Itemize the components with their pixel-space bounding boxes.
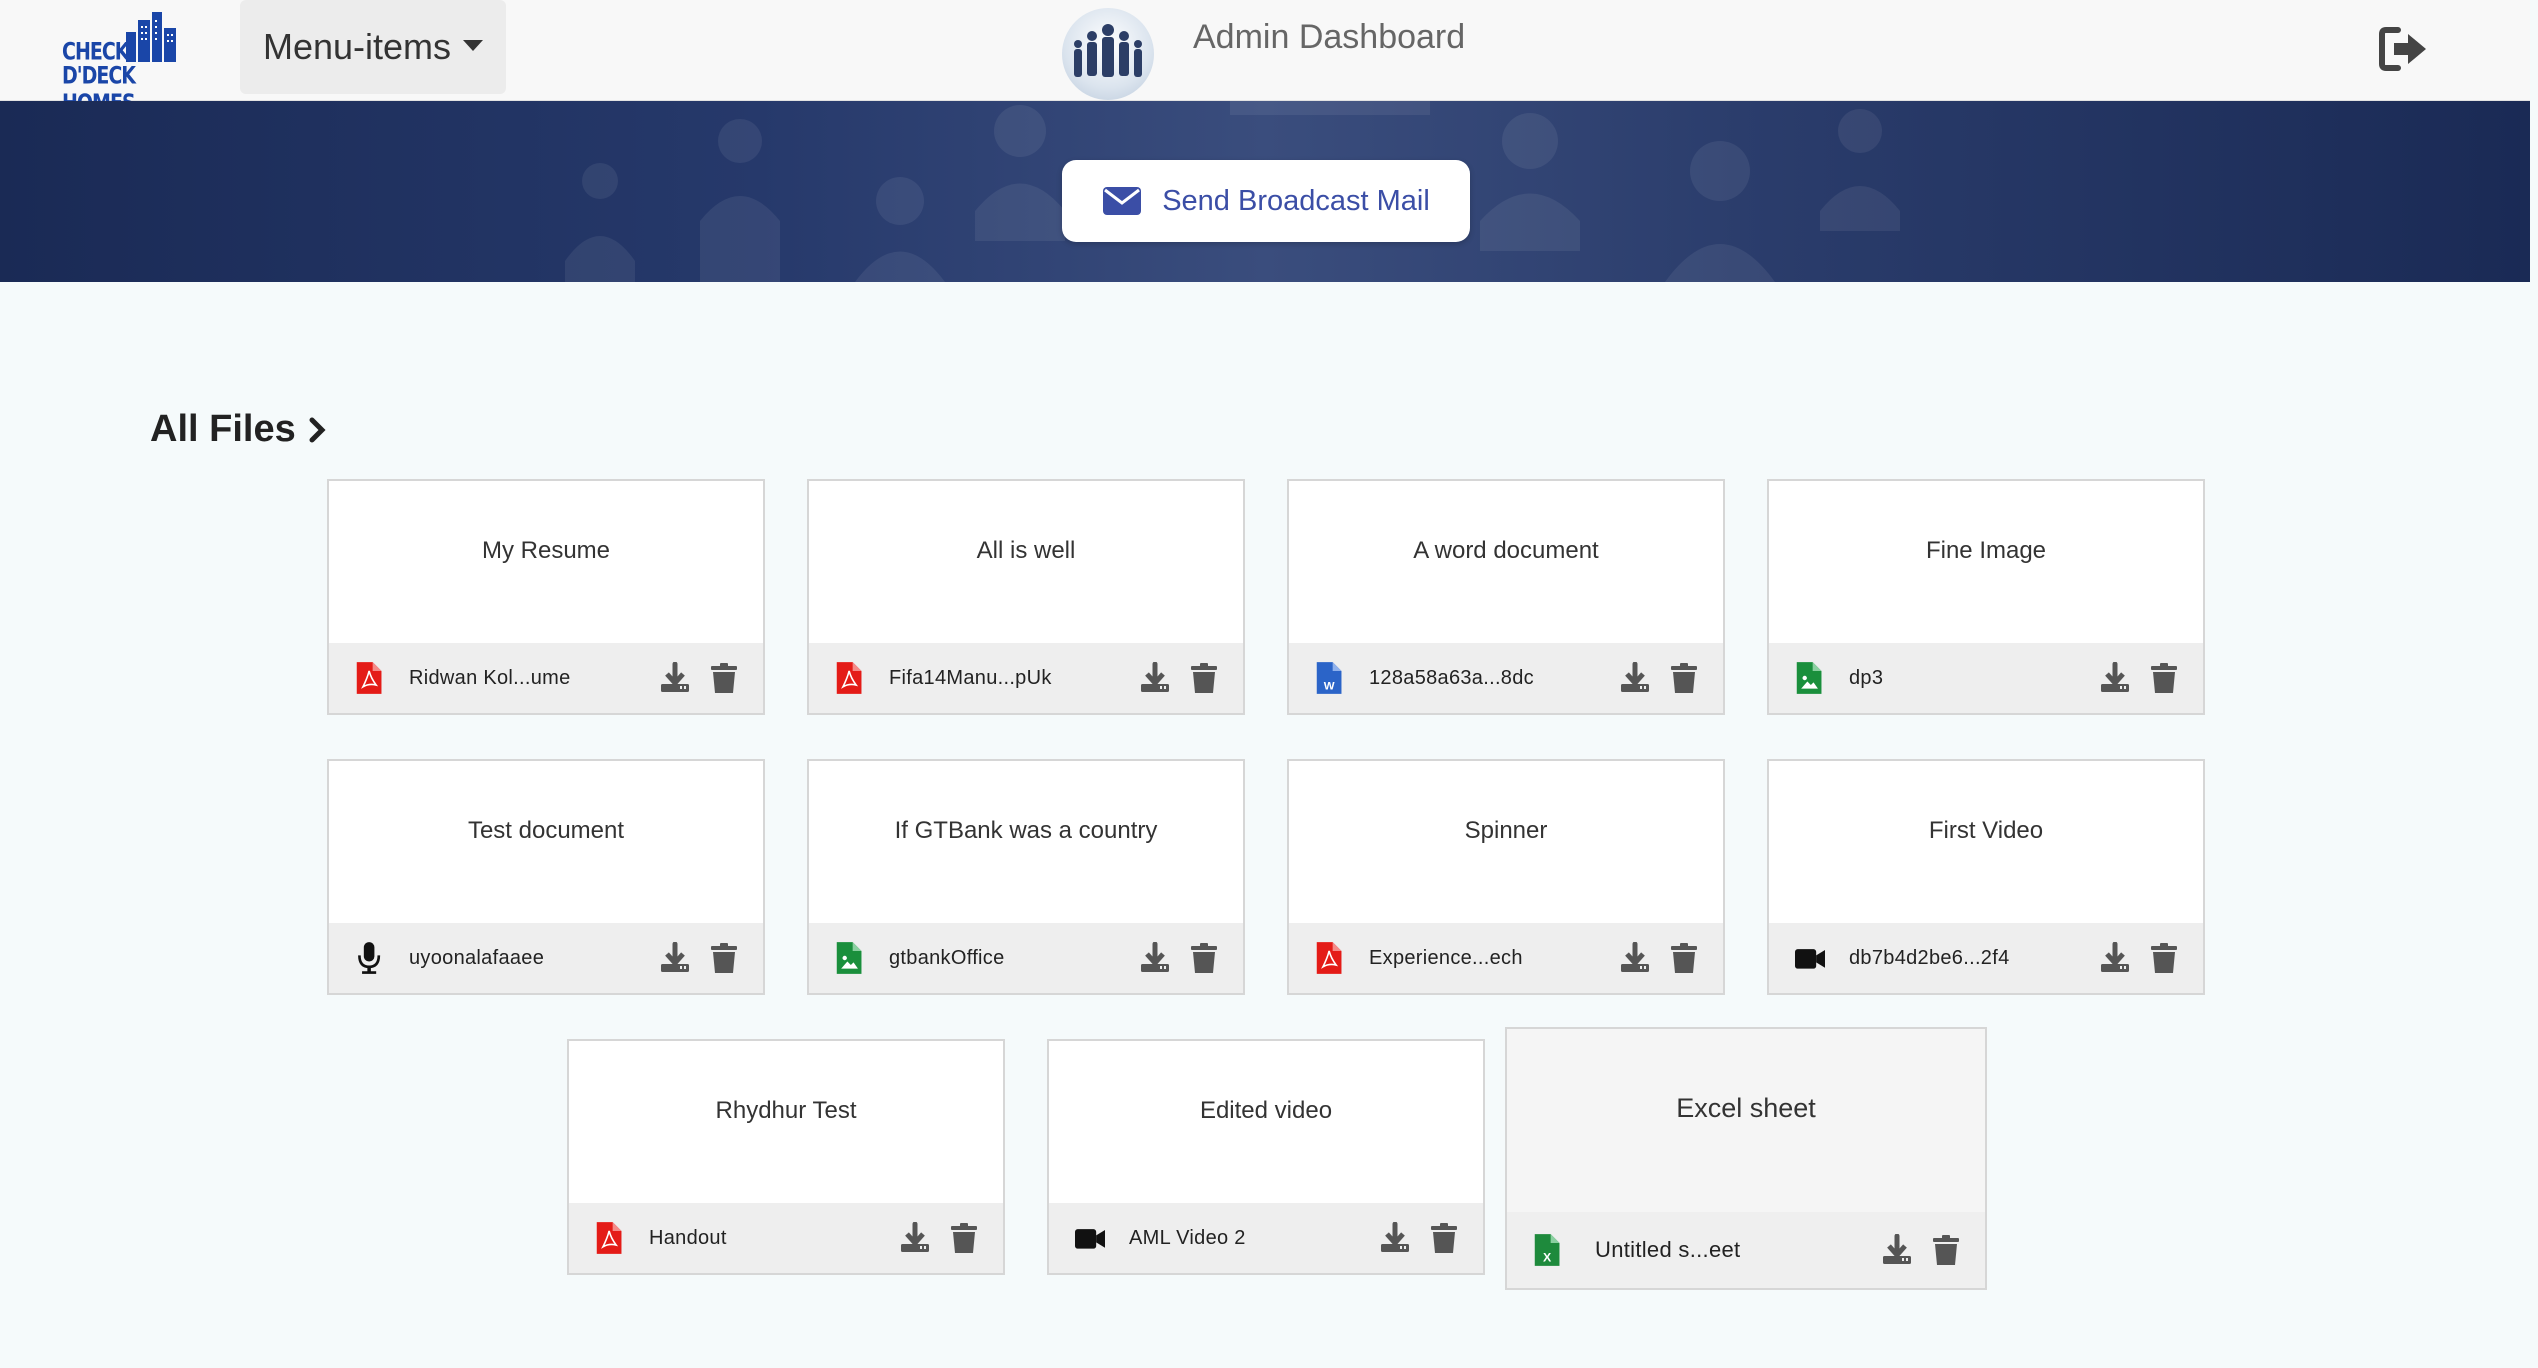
all-files-heading[interactable]: All Files — [150, 408, 326, 451]
file-card-title: If GTBank was a country — [894, 817, 1158, 844]
trash-icon[interactable] — [1671, 663, 1697, 693]
file-card-title: Fine Image — [1925, 537, 2047, 564]
chevron-right-icon — [309, 417, 326, 442]
admin-avatar — [1062, 8, 1154, 100]
file-card-footer: 128a58a63a...8dc — [1289, 643, 1723, 713]
trash-icon[interactable] — [2151, 943, 2177, 973]
brand-logo[interactable]: CHECK D'DECK HOMES — [58, 10, 182, 117]
file-card[interactable]: A word document 128a58a63a...8dc — [1287, 479, 1725, 715]
file-card-footer: Handout — [569, 1203, 1003, 1273]
file-card-title: Rhydhur Test — [715, 1097, 857, 1124]
word-file-icon — [1316, 662, 1342, 694]
file-card[interactable]: Fine Image dp3 — [1767, 479, 2205, 715]
file-name[interactable]: 128a58a63a...8dc — [1369, 667, 1534, 690]
file-card-footer: gtbankOffice — [809, 923, 1243, 993]
caret-down-icon — [463, 39, 484, 51]
file-card-footer: uyoonalafaaee — [329, 923, 763, 993]
file-card[interactable]: My Resume Ridwan Kol...ume — [327, 479, 765, 715]
download-icon[interactable] — [2099, 942, 2131, 974]
people-group-icon — [1074, 24, 1142, 77]
page-title: Admin Dashboard — [1193, 18, 1466, 56]
sign-out-icon[interactable] — [2378, 26, 2430, 72]
trash-icon[interactable] — [951, 1223, 977, 1253]
download-icon[interactable] — [1881, 1234, 1913, 1266]
download-icon[interactable] — [899, 1222, 931, 1254]
download-icon[interactable] — [1619, 942, 1651, 974]
file-card-title: Spinner — [1464, 817, 1548, 844]
file-card-footer: dp3 — [1769, 643, 2203, 713]
file-card[interactable]: All is well Fifa14Manu...pUk — [807, 479, 1245, 715]
file-card-footer: Ridwan Kol...ume — [329, 643, 763, 713]
image-file-icon — [836, 942, 862, 974]
video-camera-icon — [1795, 949, 1825, 969]
video-camera-icon — [1075, 1229, 1105, 1249]
file-card-title: Edited video — [1199, 1097, 1333, 1124]
file-card-footer: Experience...ech — [1289, 923, 1723, 993]
file-card-footer: db7b4d2be6...2f4 — [1769, 923, 2203, 993]
download-icon[interactable] — [1379, 1222, 1411, 1254]
pdf-file-icon — [835, 661, 863, 695]
download-icon[interactable] — [1139, 942, 1171, 974]
file-name[interactable]: db7b4d2be6...2f4 — [1849, 947, 2010, 970]
file-card-title: My Resume — [481, 537, 611, 564]
file-card[interactable]: Excel sheet Untitled s...eet — [1505, 1027, 1987, 1290]
file-name[interactable]: dp3 — [1849, 667, 1883, 690]
excel-file-icon — [1534, 1234, 1560, 1266]
file-card-title: All is well — [976, 537, 1076, 564]
envelope-icon — [1103, 187, 1142, 215]
image-file-icon — [1796, 662, 1822, 694]
pdf-file-icon — [595, 1221, 623, 1255]
top-navbar: CHECK D'DECK HOMES Menu-items Admin Dash… — [0, 0, 2530, 117]
download-icon[interactable] — [1139, 662, 1171, 694]
pdf-file-icon — [355, 661, 383, 695]
file-card[interactable]: Test document uyoonalafaaee — [327, 759, 765, 995]
trash-icon[interactable] — [1191, 663, 1217, 693]
file-card[interactable]: Spinner Experience...ech — [1287, 759, 1725, 995]
download-icon[interactable] — [659, 942, 691, 974]
file-name[interactable]: Ridwan Kol...ume — [409, 667, 571, 690]
hero-banner: Send Broadcast Mail — [0, 101, 2530, 282]
trash-icon[interactable] — [1671, 943, 1697, 973]
menu-items-label: Menu-items — [262, 26, 452, 67]
all-files-label: All Files — [150, 408, 296, 450]
pdf-file-icon — [1315, 941, 1343, 975]
trash-icon[interactable] — [1191, 943, 1217, 973]
trash-icon[interactable] — [1431, 1223, 1457, 1253]
file-card-title: Excel sheet — [1676, 1093, 1816, 1123]
file-name[interactable]: Experience...ech — [1369, 947, 1523, 970]
trash-icon[interactable] — [1933, 1235, 1959, 1265]
file-name[interactable]: Fifa14Manu...pUk — [889, 667, 1052, 690]
download-icon[interactable] — [2099, 662, 2131, 694]
file-card[interactable]: If GTBank was a country gtbankOffice — [807, 759, 1245, 995]
file-name[interactable]: Handout — [649, 1227, 727, 1250]
file-card[interactable]: First Video db7b4d2be6...2f4 — [1767, 759, 2205, 995]
file-name[interactable]: uyoonalafaaee — [409, 947, 544, 970]
file-card-footer: AML Video 2 — [1049, 1203, 1483, 1273]
file-name[interactable]: Untitled s...eet — [1595, 1237, 1740, 1263]
file-card-footer: Untitled s...eet — [1507, 1212, 1985, 1288]
file-card-title: Test document — [467, 817, 625, 844]
file-name[interactable]: gtbankOffice — [889, 947, 1005, 970]
file-name[interactable]: AML Video 2 — [1129, 1227, 1246, 1250]
file-card-title: A word document — [1413, 537, 1599, 564]
file-card[interactable]: Rhydhur Test Handout — [567, 1039, 1005, 1275]
menu-items-dropdown[interactable]: Menu-items — [240, 0, 506, 94]
file-card-footer: Fifa14Manu...pUk — [809, 643, 1243, 713]
file-card-title: First Video — [1928, 817, 2044, 844]
building-logo-icon — [126, 12, 176, 62]
file-card[interactable]: Edited video AML Video 2 — [1047, 1039, 1485, 1275]
microphone-icon — [358, 940, 381, 976]
download-icon[interactable] — [659, 662, 691, 694]
trash-icon[interactable] — [2151, 663, 2177, 693]
trash-icon[interactable] — [711, 663, 737, 693]
send-broadcast-mail-button[interactable]: Send Broadcast Mail — [1062, 160, 1470, 242]
send-broadcast-mail-label: Send Broadcast Mail — [1162, 184, 1430, 217]
trash-icon[interactable] — [711, 943, 737, 973]
download-icon[interactable] — [1619, 662, 1651, 694]
